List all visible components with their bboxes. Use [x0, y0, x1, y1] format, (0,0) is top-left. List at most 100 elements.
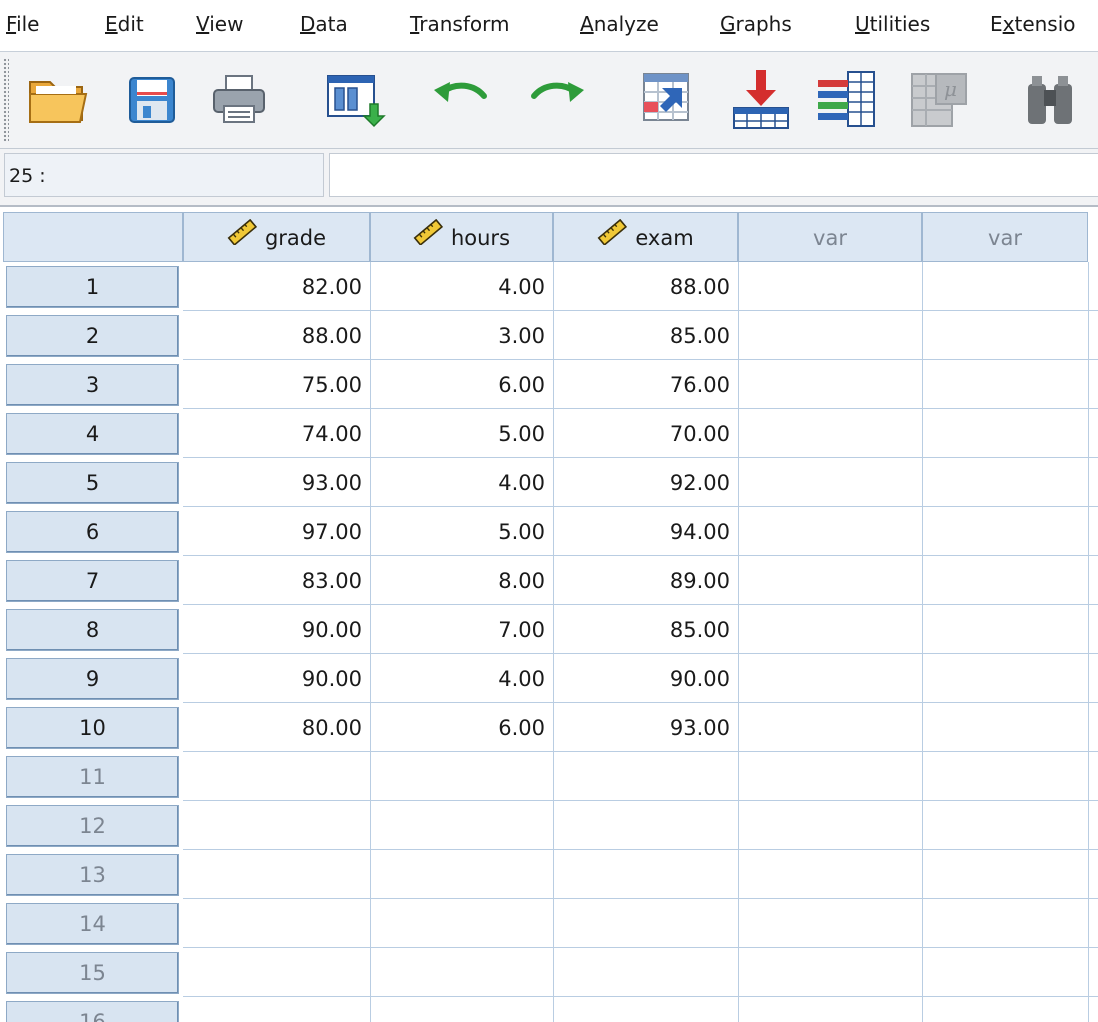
data-cell[interactable]: 5.00: [370, 409, 553, 459]
data-cell[interactable]: 97.00: [183, 507, 370, 557]
data-cell[interactable]: 92.00: [553, 458, 738, 508]
save-icon[interactable]: [118, 66, 184, 132]
row-header[interactable]: 15: [6, 952, 179, 994]
row-header[interactable]: 11: [6, 756, 179, 798]
data-cell[interactable]: [370, 801, 553, 851]
data-cell[interactable]: [370, 752, 553, 802]
goto-variable-icon[interactable]: [728, 66, 794, 132]
find-icon[interactable]: [1020, 66, 1086, 132]
data-cell[interactable]: 70.00: [553, 409, 738, 459]
data-cell[interactable]: 94.00: [553, 507, 738, 557]
data-cell[interactable]: 6.00: [370, 360, 553, 410]
data-cell[interactable]: 82.00: [183, 262, 370, 312]
menu-edit[interactable]: Edit: [105, 12, 144, 36]
data-cell[interactable]: [738, 556, 922, 606]
data-cell[interactable]: [922, 360, 1088, 410]
row-header[interactable]: 7: [6, 560, 179, 602]
data-cell[interactable]: 8.00: [370, 556, 553, 606]
data-cell[interactable]: [738, 311, 922, 361]
data-cell[interactable]: [738, 262, 922, 312]
data-cell[interactable]: [183, 752, 370, 802]
data-cell[interactable]: 4.00: [370, 262, 553, 312]
data-cell[interactable]: 88.00: [553, 262, 738, 312]
row-header[interactable]: 10: [6, 707, 179, 749]
data-cell[interactable]: [370, 850, 553, 900]
data-cell[interactable]: [738, 703, 922, 753]
menu-file[interactable]: File: [6, 12, 39, 36]
data-cell[interactable]: [922, 801, 1088, 851]
row-header[interactable]: 1: [6, 266, 179, 308]
data-cell[interactable]: [922, 948, 1088, 998]
column-header-4[interactable]: var: [738, 212, 922, 262]
data-cell[interactable]: 89.00: [553, 556, 738, 606]
row-header[interactable]: 16: [6, 1001, 179, 1022]
data-cell[interactable]: 90.00: [183, 654, 370, 704]
data-cell[interactable]: 75.00: [183, 360, 370, 410]
data-cell[interactable]: 74.00: [183, 409, 370, 459]
data-cell[interactable]: 76.00: [553, 360, 738, 410]
data-cell[interactable]: [738, 409, 922, 459]
data-cell[interactable]: 93.00: [183, 458, 370, 508]
menu-utilities[interactable]: Utilities: [855, 12, 930, 36]
column-header-5[interactable]: var: [922, 212, 1088, 262]
data-cell[interactable]: [738, 899, 922, 949]
data-cell[interactable]: [183, 801, 370, 851]
data-cell[interactable]: [553, 948, 738, 998]
data-cell[interactable]: [370, 997, 553, 1022]
data-cell[interactable]: [922, 458, 1088, 508]
data-cell[interactable]: [183, 899, 370, 949]
data-cell[interactable]: 93.00: [553, 703, 738, 753]
data-cell[interactable]: 88.00: [183, 311, 370, 361]
data-cell[interactable]: [738, 850, 922, 900]
data-cell[interactable]: [738, 752, 922, 802]
data-cell[interactable]: [370, 899, 553, 949]
data-cell[interactable]: [922, 262, 1088, 312]
row-header[interactable]: 12: [6, 805, 179, 847]
data-cell[interactable]: [738, 801, 922, 851]
data-cell[interactable]: [183, 997, 370, 1022]
menu-transform[interactable]: Transform: [410, 12, 510, 36]
data-cell[interactable]: [553, 801, 738, 851]
row-header[interactable]: 13: [6, 854, 179, 896]
data-cell[interactable]: 5.00: [370, 507, 553, 557]
variables-icon[interactable]: [814, 66, 880, 132]
data-cell[interactable]: [922, 311, 1088, 361]
row-header[interactable]: 3: [6, 364, 179, 406]
undo-icon[interactable]: [428, 66, 494, 132]
data-cell[interactable]: 6.00: [370, 703, 553, 753]
column-header-2[interactable]: hours: [370, 212, 553, 262]
data-cell[interactable]: [738, 458, 922, 508]
column-header-3[interactable]: exam: [553, 212, 738, 262]
data-cell[interactable]: [738, 948, 922, 998]
row-header[interactable]: 5: [6, 462, 179, 504]
data-cell[interactable]: 83.00: [183, 556, 370, 606]
redo-icon[interactable]: [524, 66, 590, 132]
data-cell[interactable]: [183, 948, 370, 998]
grid-corner[interactable]: [3, 212, 183, 262]
data-cell[interactable]: 4.00: [370, 458, 553, 508]
data-cell[interactable]: [922, 703, 1088, 753]
data-cell[interactable]: 85.00: [553, 605, 738, 655]
data-cell[interactable]: 85.00: [553, 311, 738, 361]
data-cell[interactable]: [738, 997, 922, 1022]
data-cell[interactable]: 7.00: [370, 605, 553, 655]
data-cell[interactable]: [922, 556, 1088, 606]
row-header[interactable]: 8: [6, 609, 179, 651]
menu-analyze[interactable]: Analyze: [580, 12, 659, 36]
data-cell[interactable]: [553, 850, 738, 900]
cell-value-field[interactable]: [329, 153, 1098, 197]
data-cell[interactable]: [738, 507, 922, 557]
data-cell[interactable]: 90.00: [553, 654, 738, 704]
data-cell[interactable]: [738, 360, 922, 410]
print-icon[interactable]: [206, 66, 272, 132]
row-header[interactable]: 2: [6, 315, 179, 357]
data-cell[interactable]: [922, 899, 1088, 949]
data-cell[interactable]: [922, 850, 1088, 900]
data-cell[interactable]: 80.00: [183, 703, 370, 753]
data-cell[interactable]: [553, 899, 738, 949]
data-cell[interactable]: [922, 605, 1088, 655]
data-cell[interactable]: [738, 605, 922, 655]
row-header[interactable]: 4: [6, 413, 179, 455]
row-header[interactable]: 6: [6, 511, 179, 553]
data-cell[interactable]: [922, 654, 1088, 704]
